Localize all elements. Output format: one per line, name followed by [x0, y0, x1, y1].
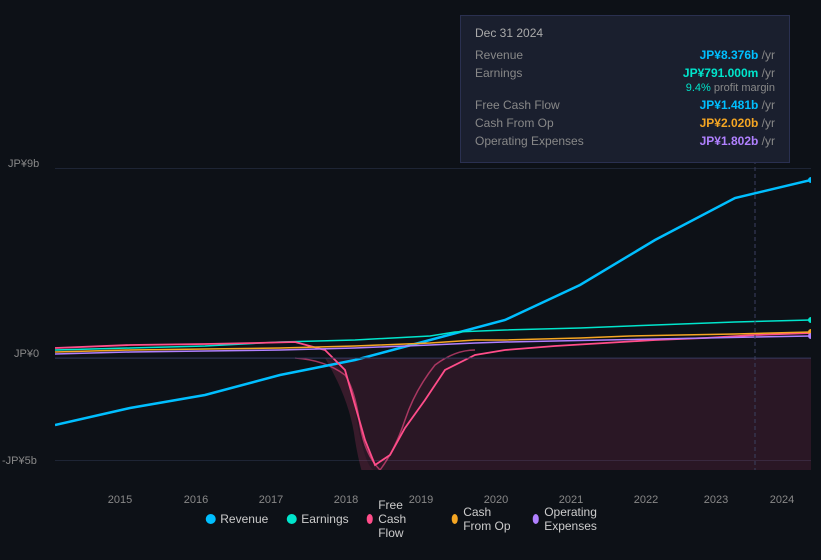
- tooltip-label-fcf: Free Cash Flow: [475, 98, 560, 112]
- x-label-2022: 2022: [634, 494, 658, 506]
- tooltip-row-fcf: Free Cash Flow JP¥1.481b /yr: [475, 98, 775, 112]
- tooltip-label-opex: Operating Expenses: [475, 134, 584, 148]
- legend-revenue: Revenue: [205, 512, 268, 526]
- tooltip-value-opex: JP¥1.802b /yr: [700, 134, 775, 148]
- tooltip-value-earnings: JP¥791.000m /yr: [683, 66, 775, 80]
- legend-opex: Operating Expenses: [533, 505, 616, 533]
- y-label-9b: JP¥9b: [8, 158, 39, 170]
- tooltip-value-cashfromop: JP¥2.020b /yr: [700, 116, 775, 130]
- tooltip-row-earnings: Earnings JP¥791.000m /yr: [475, 66, 775, 80]
- tooltip-value-fcf: JP¥1.481b /yr: [700, 98, 775, 112]
- legend-label-opex: Operating Expenses: [544, 505, 616, 533]
- y-label-0: JP¥0: [14, 348, 39, 360]
- legend-dot-revenue: [205, 514, 215, 524]
- legend-earnings: Earnings: [286, 512, 348, 526]
- tooltip-row-cashfromop: Cash From Op JP¥2.020b /yr: [475, 116, 775, 130]
- chart-container: Dec 31 2024 Revenue JP¥8.376b /yr Earnin…: [0, 0, 821, 560]
- tooltip-value-revenue: JP¥8.376b /yr: [700, 48, 775, 62]
- legend-dot-cashfromop: [452, 514, 459, 524]
- tooltip-label-cashfromop: Cash From Op: [475, 116, 554, 130]
- chart-svg: [55, 160, 811, 470]
- chart-legend: Revenue Earnings Free Cash Flow Cash Fro…: [205, 498, 616, 540]
- tooltip-title: Dec 31 2024: [475, 26, 775, 40]
- legend-dot-opex: [533, 514, 540, 524]
- x-label-2024: 2024: [770, 494, 794, 506]
- legend-fcf: Free Cash Flow: [367, 498, 434, 540]
- legend-label-cashfromop: Cash From Op: [463, 505, 514, 533]
- legend-cashfromop: Cash From Op: [452, 505, 515, 533]
- tooltip-label-revenue: Revenue: [475, 48, 523, 62]
- tooltip-profit-margin: 9.4% profit margin: [475, 82, 775, 94]
- tooltip-label-earnings: Earnings: [475, 66, 522, 80]
- legend-dot-fcf: [367, 514, 374, 524]
- tooltip-box: Dec 31 2024 Revenue JP¥8.376b /yr Earnin…: [460, 15, 790, 163]
- y-label-neg5b: -JP¥5b: [2, 455, 37, 467]
- x-label-2023: 2023: [704, 494, 728, 506]
- tooltip-row-revenue: Revenue JP¥8.376b /yr: [475, 48, 775, 62]
- tooltip-row-opex: Operating Expenses JP¥1.802b /yr: [475, 134, 775, 148]
- legend-label-fcf: Free Cash Flow: [378, 498, 433, 540]
- x-label-2015: 2015: [108, 494, 132, 506]
- legend-label-earnings: Earnings: [301, 512, 348, 526]
- legend-dot-earnings: [286, 514, 296, 524]
- legend-label-revenue: Revenue: [220, 512, 268, 526]
